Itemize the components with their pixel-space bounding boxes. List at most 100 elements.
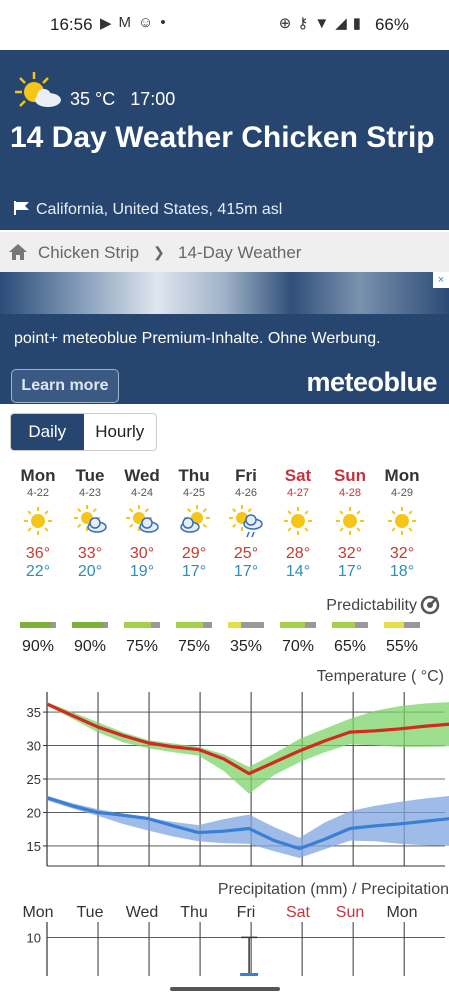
temperature-chart-label: Temperature ( °C) [316, 668, 444, 685]
sun-rain-icon [220, 505, 272, 539]
current-conditions: 35 °C 17:00 [70, 89, 175, 110]
breadcrumb-location[interactable]: Chicken Strip [38, 243, 139, 263]
min-temp: 17° [337, 563, 363, 580]
home-indicator[interactable] [170, 987, 280, 991]
day-name: Mon [20, 466, 56, 485]
day-column[interactable]: Thu 4-25 29° 17° [168, 466, 220, 581]
predictability-value: 55% [385, 638, 419, 655]
max-temp: 32° [389, 545, 415, 562]
y-tick-label: 10 [27, 930, 41, 945]
breadcrumb: Chicken Strip ❯ 14-Day Weather [0, 232, 449, 272]
signal-icon: ◢ [335, 15, 347, 32]
precip-bar [240, 973, 259, 976]
predictability-cell: 55% [376, 622, 428, 656]
sun-cloud-icon [64, 505, 116, 539]
notification-icons: ▶ M ☺ • [100, 14, 166, 32]
min-temp: 22° [25, 563, 51, 580]
day-name: Sat [284, 466, 312, 485]
predictability-bar [384, 622, 420, 628]
day-date: 4-28 [338, 487, 362, 499]
min-temp: 19° [129, 563, 155, 580]
system-icons: ⊕ ⚷ ▼ ◢ ▮ [279, 14, 361, 33]
assistant-icon: ☺ [138, 14, 154, 31]
day-date: 4-29 [390, 487, 414, 499]
day-name: Thu [178, 466, 210, 485]
location-text: California, United States, 415m asl [36, 201, 283, 218]
predictability-bar [72, 622, 108, 628]
location-line: California, United States, 415m asl [12, 200, 282, 219]
day-name: Mon [384, 466, 420, 485]
predictability-cell: 90% [64, 622, 116, 656]
day-name: Fri [235, 466, 257, 485]
battery-icon: ▮ [352, 15, 361, 32]
predictability-label: Predictability [326, 597, 417, 614]
min-temp: 18° [389, 563, 415, 580]
ad-text: point+ meteoblue Premium-Inhalte. Ohne W… [14, 330, 381, 347]
current-time: 17:00 [130, 89, 176, 109]
min-temp: 20° [77, 563, 103, 580]
status-bar: 16:56 ▶ M ☺ • ⊕ ⚷ ▼ ◢ ▮ 66% [0, 0, 449, 50]
home-icon[interactable] [8, 243, 28, 266]
day-column[interactable]: Mon 4-29 32° 18° [376, 466, 428, 581]
predictability-cell: 75% [168, 622, 220, 656]
predictability-value: 75% [125, 638, 159, 655]
y-tick-label: 20 [27, 805, 41, 820]
status-time: 16:56 [50, 15, 93, 34]
battery-percent: 66% [374, 15, 409, 34]
current-temp: 35 °C [70, 89, 116, 109]
min-temp-range-band [47, 795, 449, 858]
predictability-bar [124, 622, 160, 628]
tab-daily[interactable]: Daily [11, 414, 84, 450]
tab-hourly[interactable]: Hourly [84, 414, 157, 450]
day-column[interactable]: Wed 4-24 30° 19° [116, 466, 168, 581]
predictability-bar [176, 622, 212, 628]
predictability-value: 70% [281, 638, 315, 655]
gmail-icon: M [118, 14, 132, 31]
day-date: 4-23 [78, 487, 102, 499]
key-icon: ⚷ [297, 15, 309, 32]
day-column[interactable]: Sun 4-28 32° 17° [324, 466, 376, 581]
max-temp: 25° [233, 545, 259, 562]
ad-image [0, 272, 449, 314]
day-column[interactable]: Sat 4-27 28° 14° [272, 466, 324, 581]
predictability-cell: 35% [220, 622, 272, 656]
predictability-bar [280, 622, 316, 628]
wifi-icon: ▼ [314, 14, 330, 32]
day-column[interactable]: Mon 4-22 36° 22° [12, 466, 64, 581]
min-temp: 14° [285, 563, 311, 580]
day-column[interactable]: Tue 4-23 33° 20° [64, 466, 116, 581]
y-tick-label: 15 [27, 839, 41, 854]
day-column[interactable]: Fri 4-26 25° 17° [220, 466, 272, 581]
predictability-value: 90% [73, 638, 107, 655]
ad-info-icon[interactable]: × [433, 272, 449, 288]
ad-banner[interactable]: × point+ meteoblue Premium-Inhalte. Ohne… [0, 272, 449, 404]
predictability-cell: 90% [12, 622, 64, 656]
chevron-right-icon: ❯ [153, 244, 165, 260]
day-date: 4-27 [286, 487, 310, 499]
min-temp: 17° [181, 563, 207, 580]
y-tick-label: 30 [27, 739, 41, 754]
learn-more-button[interactable]: Learn more [11, 369, 119, 403]
day-name: Wed [124, 466, 160, 485]
y-tick-label: 35 [27, 705, 41, 720]
max-temp: 33° [77, 545, 103, 562]
sun-icon [376, 505, 428, 539]
predictability-cell: 75% [116, 622, 168, 656]
max-temp: 30° [129, 545, 155, 562]
sun-cloud-icon [116, 505, 168, 539]
sun-icon [272, 505, 324, 539]
day-name: Tue [75, 466, 105, 485]
predictability-info-icon[interactable] [420, 595, 440, 620]
predictability-bar [228, 622, 264, 628]
flag-icon [14, 201, 29, 215]
predictability-bar [332, 622, 368, 628]
predictability-cell: 65% [324, 622, 376, 656]
predictability-value: 75% [177, 638, 211, 655]
ad-brand-logo: meteoblue [306, 367, 437, 397]
predictability-bar [20, 622, 56, 628]
daily-hourly-toggle: Daily Hourly [10, 413, 157, 451]
cloud-sun-icon [168, 505, 220, 539]
day-name: Sun [333, 466, 367, 485]
min-temp: 17° [233, 563, 259, 580]
sun-icon [12, 505, 64, 539]
